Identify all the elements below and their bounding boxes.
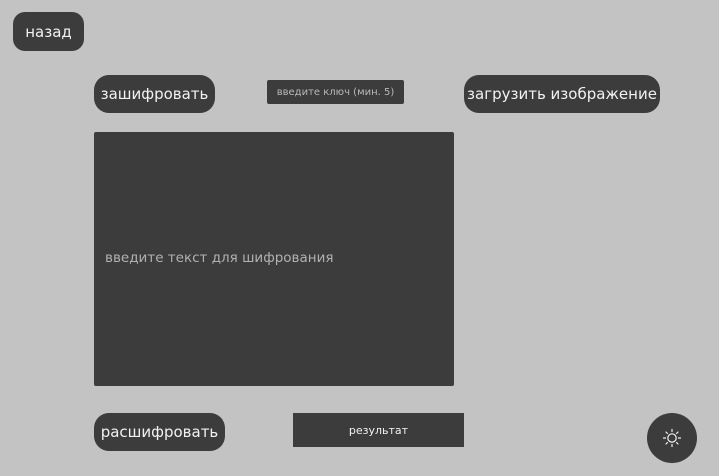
sun-icon	[662, 428, 682, 448]
encrypt-button[interactable]: зашифровать	[94, 75, 215, 113]
back-button[interactable]: назад	[13, 12, 84, 51]
decrypt-button[interactable]: расшифровать	[94, 413, 225, 451]
theme-toggle-button[interactable]	[647, 413, 697, 463]
key-input[interactable]	[267, 80, 404, 104]
upload-image-button[interactable]: загрузить изображение	[464, 75, 660, 113]
result-output: результат	[293, 413, 464, 447]
plaintext-input[interactable]	[94, 132, 454, 386]
